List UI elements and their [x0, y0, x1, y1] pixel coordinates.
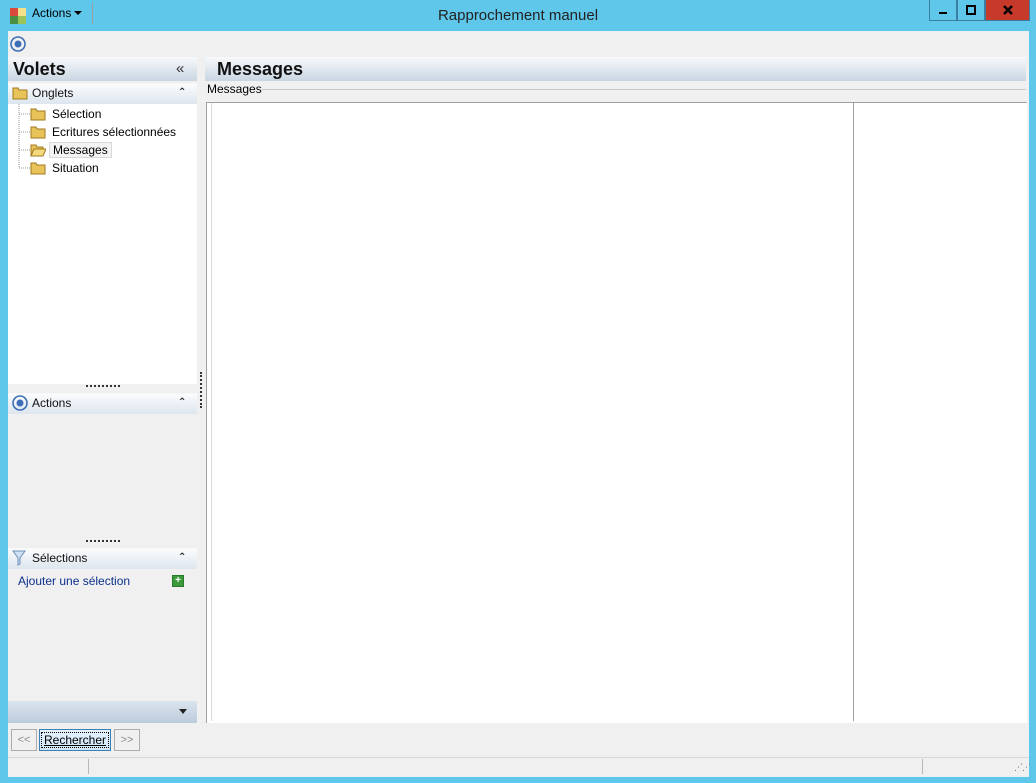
- collapse-section-icon[interactable]: ⌃: [178, 552, 186, 563]
- tree-item-label: Ecritures sélectionnées: [52, 125, 177, 139]
- selections-section-label: Sélections: [32, 551, 88, 565]
- tree-item-selection[interactable]: Sélection: [30, 105, 104, 123]
- status-separator: [922, 759, 923, 774]
- tree-item-label: Situation: [52, 161, 99, 175]
- page-title: Messages: [217, 59, 304, 79]
- collapse-section-icon[interactable]: ⌃: [178, 87, 186, 98]
- list-border: [211, 103, 212, 721]
- column-divider[interactable]: [853, 103, 854, 721]
- search-button[interactable]: Rechercher: [39, 729, 111, 751]
- dropdown-arrow-icon: [74, 11, 83, 15]
- folder-icon: [12, 87, 28, 100]
- minimize-icon: [939, 12, 947, 14]
- close-button[interactable]: [985, 0, 1030, 21]
- panel-title: Volets: [13, 59, 66, 79]
- panel-footer[interactable]: [8, 701, 197, 723]
- chevron-down-icon[interactable]: [179, 709, 187, 715]
- collapse-panel-button[interactable]: «: [176, 60, 184, 77]
- open-folder-icon: [30, 144, 46, 157]
- window-resize-grip[interactable]: ⋰⋰: [1014, 762, 1031, 773]
- collapse-section-icon[interactable]: ⌃: [178, 397, 186, 408]
- toolbar-actions-menu[interactable]: Actions: [32, 5, 83, 21]
- tree-item-messages[interactable]: Messages: [30, 141, 112, 159]
- group-box-line: [262, 89, 1026, 90]
- toolbar: [8, 31, 1029, 57]
- tabs-section-label: Onglets: [32, 86, 74, 100]
- splitter-grip[interactable]: [200, 372, 202, 408]
- tree-item-situation[interactable]: Situation: [30, 159, 102, 177]
- actions-target-icon: [12, 395, 28, 411]
- group-box-label: Messages: [207, 82, 262, 96]
- actions-section-label: Actions: [32, 396, 72, 410]
- messages-list[interactable]: [206, 102, 1027, 723]
- folder-icon: [30, 162, 46, 175]
- window-title: Rapprochement manuel: [437, 7, 599, 24]
- folder-icon: [30, 108, 46, 121]
- tree-item-label: Messages: [49, 142, 112, 158]
- status-separator: [88, 759, 89, 774]
- resize-grip[interactable]: [86, 385, 120, 389]
- toolbar-separator: [92, 3, 93, 24]
- tree-item-ecritures[interactable]: Ecritures sélectionnées: [30, 123, 179, 141]
- minimize-button[interactable]: [929, 0, 957, 21]
- close-icon: [1002, 5, 1013, 15]
- status-bar: [8, 757, 1029, 777]
- toolbar-actions-label: Actions: [32, 6, 72, 20]
- resize-grip[interactable]: [86, 540, 120, 544]
- add-icon[interactable]: +: [172, 575, 184, 587]
- selections-list: [8, 569, 197, 700]
- maximize-button[interactable]: [957, 0, 985, 21]
- next-button[interactable]: >>: [114, 729, 140, 751]
- tree-item-label: Sélection: [52, 107, 102, 121]
- folder-icon: [30, 126, 46, 139]
- maximize-icon: [966, 5, 976, 15]
- main-header: [205, 57, 1026, 81]
- actions-list: [8, 414, 197, 538]
- search-button-label: Rechercher: [40, 732, 110, 748]
- add-selection-link[interactable]: Ajouter une sélection: [18, 574, 130, 588]
- actions-target-icon: [10, 36, 26, 52]
- filter-icon: [12, 550, 26, 566]
- previous-button[interactable]: <<: [11, 729, 37, 751]
